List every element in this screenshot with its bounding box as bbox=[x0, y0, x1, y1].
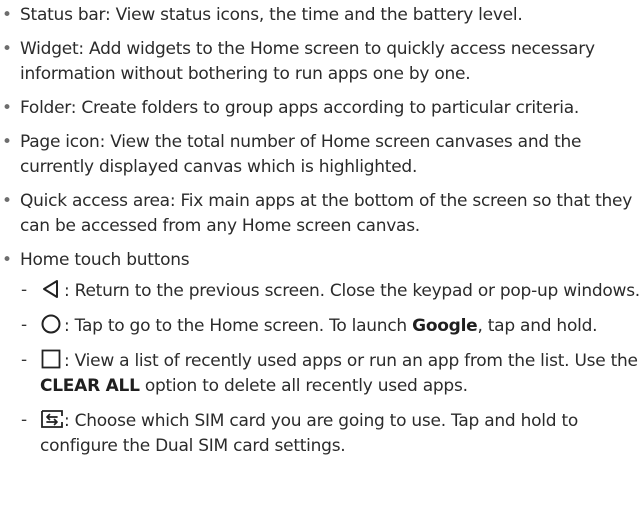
home-circle-icon bbox=[40, 313, 62, 335]
touch-buttons-list: - : Return to the previous screen. Close… bbox=[20, 278, 640, 459]
home-screen-parts-list: • Status bar: View status icons, the tim… bbox=[0, 0, 640, 459]
dash-marker: - bbox=[21, 280, 27, 300]
touch-button-recent: - : View a list of recently used apps or… bbox=[21, 348, 638, 396]
clear-all-label: CLEAR ALL bbox=[40, 376, 140, 396]
bullet-dot: • bbox=[2, 250, 12, 270]
bullet-dot: • bbox=[2, 191, 12, 211]
list-item-widget: • Widget: Add widgets to the Home screen… bbox=[2, 39, 595, 84]
item-label: Home touch buttons bbox=[20, 250, 190, 270]
touch-button-back: - : Return to the previous screen. Close… bbox=[21, 278, 640, 301]
recent-square-icon bbox=[40, 348, 62, 370]
list-item-folder: • Folder: Create folders to group apps a… bbox=[0, 96, 640, 121]
manual-page: • Status bar: View status icons, the tim… bbox=[0, 0, 640, 530]
list-item-status-bar: • Status bar: View status icons, the tim… bbox=[0, 3, 640, 28]
item-text: View status icons, the time and the batt… bbox=[115, 5, 523, 25]
item-label: Folder bbox=[20, 98, 71, 118]
google-label: Google bbox=[412, 316, 478, 336]
item-label: Page icon bbox=[20, 132, 100, 152]
item-label: Widget bbox=[20, 39, 79, 59]
dash-marker: - bbox=[21, 350, 27, 370]
back-triangle-icon bbox=[40, 278, 62, 300]
item-text: Create folders to group apps according t… bbox=[81, 98, 580, 118]
item-text: Add widgets to the Home screen to quickl… bbox=[20, 39, 595, 84]
bullet-dot: • bbox=[2, 132, 12, 152]
list-item-page-icon: • Page icon: View the total number of Ho… bbox=[2, 132, 582, 177]
bullet-dot: • bbox=[2, 39, 12, 59]
touch-button-home: - : Tap to go to the Home screen. To lau… bbox=[21, 313, 598, 336]
item-label: Quick access area bbox=[20, 191, 170, 211]
dash-marker: - bbox=[21, 315, 27, 335]
dash-marker: - bbox=[21, 410, 27, 430]
sim-switch-icon bbox=[40, 408, 63, 430]
bullet-dot: • bbox=[2, 98, 12, 118]
list-item-quick-access-area: • Quick access area: Fix main apps at th… bbox=[2, 191, 633, 236]
sim-description: Choose which SIM card you are going to u… bbox=[40, 411, 579, 456]
touch-button-sim: - : Choose which SIM card you are going … bbox=[21, 408, 579, 456]
back-description: Return to the previous screen. Close the… bbox=[74, 281, 640, 301]
list-item-home-touch-buttons: • Home touch buttons - : Return to the p… bbox=[0, 248, 640, 459]
bullet-dot: • bbox=[2, 5, 12, 25]
item-label: Status bar bbox=[20, 5, 105, 25]
